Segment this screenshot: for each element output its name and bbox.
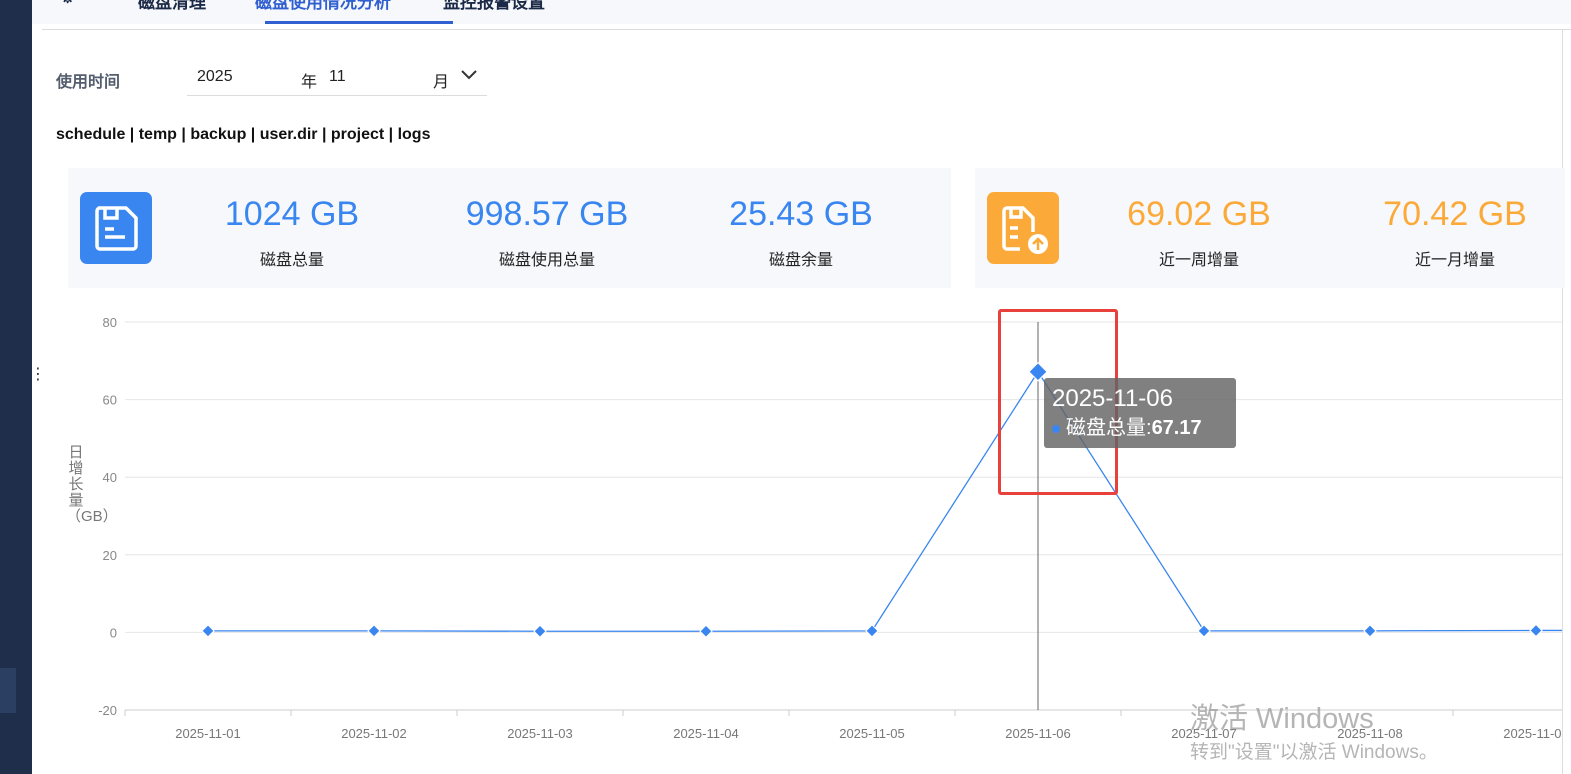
data-point (865, 624, 879, 638)
data-point (1529, 623, 1543, 638)
data-point (367, 624, 381, 638)
data-point (699, 624, 713, 638)
scrollbar[interactable] (1562, 30, 1563, 774)
y-tick-label: -20 (98, 703, 117, 718)
x-tick-label: 2025-11-06 (1005, 726, 1071, 741)
x-tick-label: 2025-11-09 (1503, 726, 1562, 741)
y-tick-label: 20 (103, 548, 117, 563)
usage-time-label: 使用时间 (56, 74, 121, 91)
y-tick-label: 80 (103, 315, 117, 330)
y-tick-label: 0 (110, 625, 117, 640)
floppy-upload-icon (987, 192, 1059, 264)
growth-summary-card: 69.02 GB 近一周增量 70.42 GB 近一月增量 (975, 168, 1565, 288)
data-point (533, 624, 547, 638)
disk-summary-card: 1024 GB 磁盘总量 998.57 GB 磁盘使用总量 25.43 GB 磁盘余量 (68, 168, 951, 288)
gear-icon[interactable]: ⚙ (60, 0, 75, 8)
x-tick-label: 2025-11-03 (507, 726, 573, 741)
x-tick-label: 2025-11-01 (175, 726, 241, 741)
y-tick-label: 60 (103, 393, 117, 408)
stat-disk-total: 1024 GB 磁盘总量 (224, 195, 360, 269)
data-point (1363, 624, 1377, 638)
x-tick-label: 2025-11-04 (673, 726, 739, 741)
tab-alert-settings[interactable]: 监控报警设置 (443, 0, 545, 13)
x-tick-label: 2025-11-05 (839, 726, 905, 741)
monitored-paths: schedule | temp | backup | user.dir | pr… (56, 126, 431, 143)
tooltip-date: 2025-11-06 (1052, 385, 1173, 412)
y-axis-label: 日增长量（GB） (66, 444, 118, 525)
month-picker[interactable]: 2025 年 11 月 (187, 60, 487, 96)
tooltip-series: 磁盘总量 (1066, 417, 1146, 439)
floppy-disk-icon (80, 192, 152, 264)
stat-disk-free: 25.43 GB 磁盘余量 (729, 195, 873, 269)
tab-disk-cleanup[interactable]: 磁盘清理 (138, 0, 206, 13)
chart-tooltip: 2025-11-06 磁盘总量:67.17 (1044, 378, 1236, 448)
tooltip-value: 67.17 (1151, 417, 1202, 439)
tab-bar: ⚙ 磁盘清理 磁盘使用情况分析 监控报警设置 (32, 0, 1571, 24)
active-tab-indicator (265, 21, 453, 24)
stat-month-growth: 70.42 GB 近一月增量 (1383, 195, 1527, 269)
x-tick-label: 2025-11-02 (341, 726, 407, 741)
divider (42, 29, 1571, 30)
stat-week-growth: 69.02 GB 近一周增量 (1127, 195, 1271, 269)
tab-disk-usage-analysis[interactable]: 磁盘使用情况分析 (255, 0, 391, 13)
year-value: 2025 (197, 68, 233, 85)
month-value: 11 (329, 68, 346, 85)
series-marker-icon (1052, 424, 1060, 433)
year-unit: 年 (301, 74, 318, 91)
chevron-down-icon[interactable] (459, 64, 479, 89)
stat-disk-used: 998.57 GB 磁盘使用总量 (465, 195, 629, 269)
y-tick-label: 40 (103, 470, 117, 485)
data-point (1197, 624, 1211, 638)
series-line (208, 370, 1562, 632)
data-point (201, 624, 215, 638)
windows-activation-watermark: 激活 Windows 转到"设置"以激活 Windows。 (1190, 703, 1438, 763)
month-unit: 月 (433, 74, 450, 91)
